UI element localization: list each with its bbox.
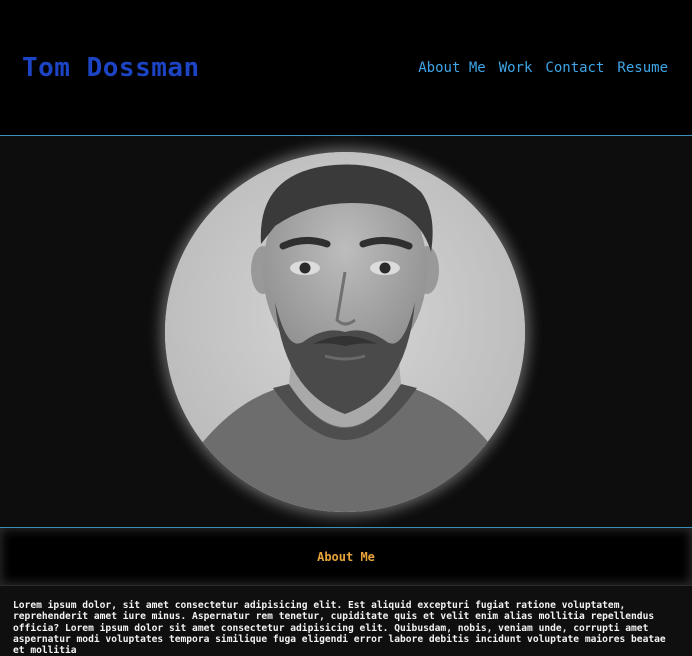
nav-link-work[interactable]: Work	[499, 58, 533, 78]
nav-link-resume[interactable]: Resume	[617, 58, 668, 78]
nav-link-contact[interactable]: Contact	[545, 58, 604, 78]
portrait-illustration	[165, 152, 525, 512]
hero-section	[0, 136, 692, 528]
main-nav: About Me Work Contact Resume	[418, 58, 668, 78]
about-heading: About Me	[317, 550, 375, 564]
about-heading-bar: About Me	[0, 528, 692, 586]
site-title[interactable]: Tom Dossman	[22, 51, 200, 85]
nav-link-about-me[interactable]: About Me	[418, 58, 485, 78]
about-paragraph: Lorem ipsum dolor, sit amet consectetur …	[13, 600, 666, 656]
profile-photo	[165, 152, 525, 512]
site-header: Tom Dossman About Me Work Contact Resume	[0, 0, 692, 136]
